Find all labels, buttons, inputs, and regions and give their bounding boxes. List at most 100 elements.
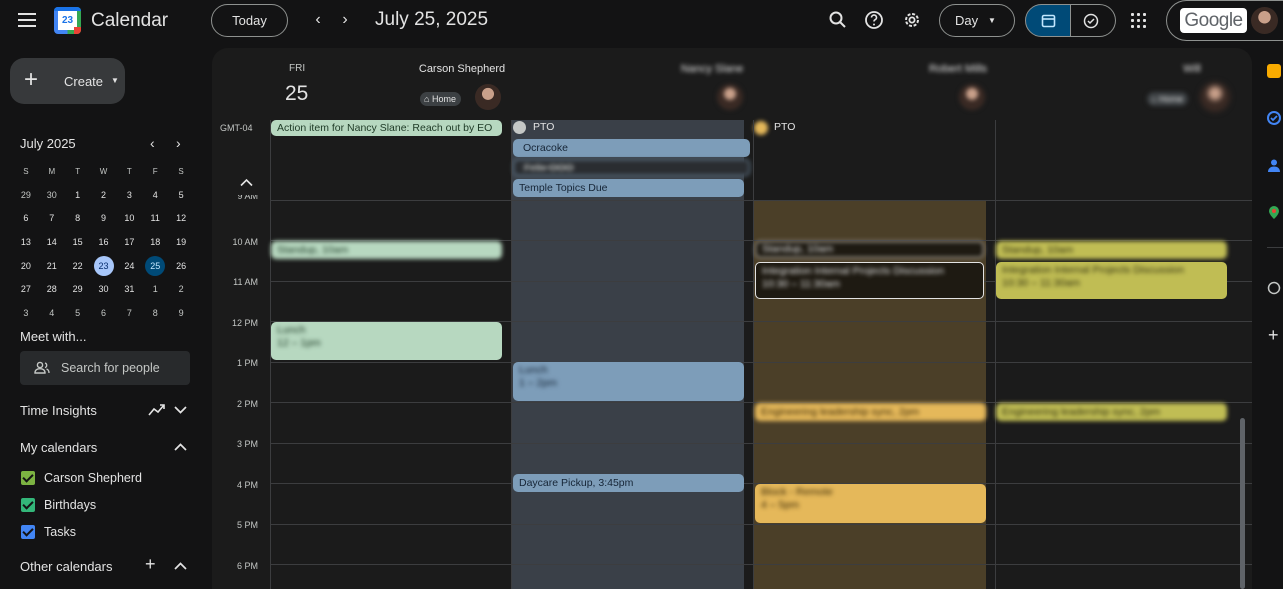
- mini-day[interactable]: 31: [116, 278, 142, 302]
- mini-day[interactable]: 18: [142, 231, 168, 255]
- mini-day-selected[interactable]: 25: [142, 255, 168, 279]
- previous-day-icon[interactable]: ‹: [310, 12, 326, 28]
- calendar-checkbox-tasks[interactable]: [21, 525, 35, 539]
- my-calendars-heading[interactable]: My calendars: [20, 440, 97, 455]
- mini-day[interactable]: 4: [142, 184, 168, 208]
- mini-day[interactable]: 2: [91, 184, 117, 208]
- add-calendar-icon[interactable]: +: [145, 554, 156, 575]
- mini-day[interactable]: 29: [13, 184, 39, 208]
- apps-grid-icon[interactable]: [1131, 13, 1146, 28]
- mini-day[interactable]: 21: [39, 255, 65, 279]
- nancy-pto-label[interactable]: PTO: [533, 121, 554, 133]
- chevron-up-icon[interactable]: [174, 442, 187, 452]
- mini-day[interactable]: 11: [142, 207, 168, 231]
- search-icon[interactable]: [828, 10, 848, 30]
- event-will-integration[interactable]: Integration Internal Projects Discussion…: [996, 262, 1227, 299]
- insights-trend-icon[interactable]: [148, 403, 166, 417]
- gear-icon[interactable]: [902, 10, 922, 30]
- mini-day[interactable]: 6: [91, 302, 117, 326]
- event-will-engineering-sync[interactable]: Engineering leadership sync, 2pm: [996, 403, 1227, 421]
- get-addons-icon[interactable]: +: [1268, 325, 1279, 345]
- mini-day[interactable]: 3: [116, 184, 142, 208]
- mini-day[interactable]: 1: [65, 184, 91, 208]
- help-icon[interactable]: [864, 10, 884, 30]
- mini-day[interactable]: 7: [39, 207, 65, 231]
- event-carson-lunch[interactable]: Lunch 12 – 1pm: [271, 322, 502, 360]
- person-avatar-robert[interactable]: [959, 84, 985, 110]
- mini-day[interactable]: 5: [168, 184, 194, 208]
- event-robert-standup[interactable]: Standup, 10am: [755, 241, 984, 258]
- mini-day[interactable]: 19: [168, 231, 194, 255]
- app-title[interactable]: Calendar: [91, 10, 168, 32]
- person-avatar-nancy[interactable]: [717, 84, 743, 110]
- mini-day[interactable]: 30: [91, 278, 117, 302]
- event-robert-block-remote[interactable]: Block - Remote 4 – 5pm: [755, 484, 986, 523]
- day-number[interactable]: 25: [285, 82, 308, 106]
- robert-pto-label[interactable]: PTO: [774, 121, 795, 133]
- mini-day[interactable]: 8: [65, 207, 91, 231]
- mini-day[interactable]: 27: [13, 278, 39, 302]
- mini-day[interactable]: 10: [116, 207, 142, 231]
- keep-icon[interactable]: [1267, 64, 1281, 78]
- view-selector[interactable]: Day ▼: [939, 4, 1015, 37]
- mini-day[interactable]: 9: [168, 302, 194, 326]
- create-button[interactable]: + Create ▼: [10, 58, 125, 104]
- mini-day[interactable]: 3: [13, 302, 39, 326]
- all-day-event-action-item[interactable]: Action item for Nancy Slane: Reach out b…: [271, 120, 502, 136]
- calendar-logo[interactable]: 23: [54, 7, 81, 34]
- mini-day[interactable]: 14: [39, 231, 65, 255]
- menu-icon[interactable]: [18, 13, 36, 27]
- calendar-name-tasks[interactable]: Tasks: [44, 525, 76, 539]
- all-day-event-felix-ooo[interactable]: Felix OOO: [513, 159, 750, 176]
- mini-day[interactable]: 29: [65, 278, 91, 302]
- tasks-view-toggle[interactable]: [1070, 4, 1116, 37]
- mini-prev-month-icon[interactable]: ‹: [150, 135, 155, 151]
- mini-day[interactable]: 17: [116, 231, 142, 255]
- mini-day[interactable]: 20: [13, 255, 39, 279]
- mini-day[interactable]: 6: [13, 207, 39, 231]
- today-button[interactable]: Today: [211, 4, 288, 37]
- chevron-up-icon[interactable]: [174, 561, 187, 571]
- tasks-icon[interactable]: [1267, 111, 1281, 125]
- event-robert-engineering-sync[interactable]: Engineering leadership sync, 2pm: [755, 403, 986, 421]
- collapse-all-day-icon[interactable]: [240, 178, 253, 187]
- calendar-view-toggle[interactable]: [1025, 4, 1071, 37]
- account-avatar[interactable]: [1251, 7, 1278, 34]
- all-day-event-ocracoke[interactable]: Ocracoke: [513, 139, 750, 157]
- scrollbar-thumb[interactable]: [1240, 418, 1245, 589]
- chevron-down-icon[interactable]: [174, 405, 187, 415]
- event-robert-integration[interactable]: Integration Internal Projects Discussion…: [755, 262, 984, 299]
- event-nancy-daycare[interactable]: Daycare Pickup, 3:45pm: [513, 474, 744, 492]
- mini-day[interactable]: 1: [142, 278, 168, 302]
- contacts-icon[interactable]: [1267, 158, 1281, 172]
- next-day-icon[interactable]: ›: [337, 12, 353, 28]
- time-insights-heading[interactable]: Time Insights: [20, 403, 97, 418]
- event-will-standup[interactable]: Standup, 10am: [996, 241, 1227, 259]
- mini-day-today[interactable]: 23: [91, 255, 117, 279]
- mini-day[interactable]: 13: [13, 231, 39, 255]
- event-nancy-lunch[interactable]: Lunch 1 – 2pm: [513, 362, 744, 401]
- mini-day[interactable]: 5: [65, 302, 91, 326]
- mini-day[interactable]: 26: [168, 255, 194, 279]
- mini-day[interactable]: 28: [39, 278, 65, 302]
- search-people-input[interactable]: Search for people: [20, 351, 190, 385]
- other-calendars-heading[interactable]: Other calendars: [20, 559, 113, 574]
- mini-day[interactable]: 22: [65, 255, 91, 279]
- mini-day[interactable]: 8: [142, 302, 168, 326]
- mini-day[interactable]: 12: [168, 207, 194, 231]
- mini-next-month-icon[interactable]: ›: [176, 135, 181, 151]
- mini-day[interactable]: 7: [116, 302, 142, 326]
- google-account-label[interactable]: Google: [1180, 8, 1247, 33]
- calendar-name-carson[interactable]: Carson Shepherd: [44, 471, 142, 485]
- person-avatar-carson[interactable]: [475, 84, 501, 110]
- mini-day[interactable]: 16: [91, 231, 117, 255]
- mini-day[interactable]: 4: [39, 302, 65, 326]
- calendar-name-birthdays[interactable]: Birthdays: [44, 498, 96, 512]
- mini-day[interactable]: 30: [39, 184, 65, 208]
- maps-icon[interactable]: [1267, 205, 1281, 219]
- all-day-event-temple[interactable]: Temple Topics Due: [513, 179, 744, 197]
- person-avatar-will[interactable]: [1200, 82, 1230, 112]
- mini-day[interactable]: 24: [116, 255, 142, 279]
- mini-day[interactable]: 15: [65, 231, 91, 255]
- mini-day[interactable]: 9: [91, 207, 117, 231]
